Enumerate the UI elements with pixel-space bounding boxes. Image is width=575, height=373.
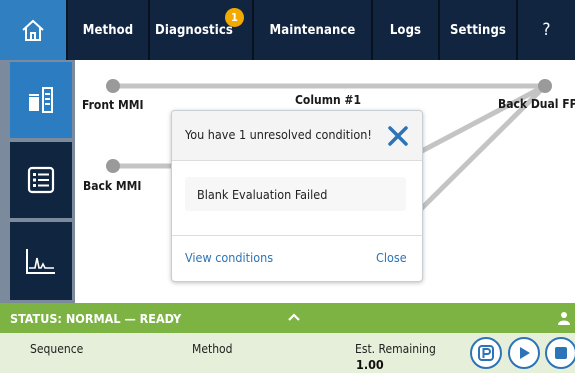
tab-settings[interactable]: Settings xyxy=(440,0,518,60)
view-conditions-link[interactable]: View conditions xyxy=(185,250,273,265)
sidebar-list-button[interactable] xyxy=(10,142,72,218)
column-label: Column #1 xyxy=(295,93,361,107)
tab-diagnostics-label: Diagnostics xyxy=(155,22,233,38)
tab-logs-label: Logs xyxy=(389,22,422,38)
dialog-close-link[interactable]: Close xyxy=(376,250,407,265)
diagnostics-badge: 1 xyxy=(225,8,244,27)
tab-method-label: Method xyxy=(82,22,134,38)
dialog-divider xyxy=(172,235,422,236)
tab-maintenance-label: Maintenance xyxy=(269,22,356,38)
user-icon[interactable] xyxy=(558,311,570,325)
status-text: STATUS: NORMAL — READY xyxy=(10,311,182,326)
home-icon xyxy=(22,19,44,41)
chromatogram-icon xyxy=(26,249,55,274)
help-label: ? xyxy=(542,20,551,40)
tab-method[interactable]: Method xyxy=(68,0,150,60)
close-icon xyxy=(388,126,408,146)
detector-label: Back Dual FPD xyxy=(498,97,575,111)
tab-settings-label: Settings xyxy=(449,22,506,38)
tab-diagnostics[interactable]: Diagnostics 1 xyxy=(150,0,254,60)
home-button[interactable] xyxy=(0,0,68,60)
sequence-label: Sequence xyxy=(30,342,84,356)
top-nav: Method Diagnostics 1 Maintenance Logs Se… xyxy=(0,0,575,60)
chevron-up-icon[interactable] xyxy=(287,312,301,322)
front-mmi-label: Front MMI xyxy=(82,98,144,112)
dialog-header: You have 1 unresolved condition! xyxy=(172,111,422,161)
sidebar-chromatogram-button[interactable] xyxy=(10,222,72,300)
start-run-button[interactable] xyxy=(508,337,540,369)
prep-run-button[interactable] xyxy=(470,337,502,369)
unresolved-condition-dialog: You have 1 unresolved condition! Blank E… xyxy=(171,110,423,282)
status-bar[interactable]: STATUS: NORMAL — READY xyxy=(0,303,575,333)
stop-run-button[interactable] xyxy=(545,337,575,369)
list-icon xyxy=(27,166,55,194)
remaining-value: 1.00 xyxy=(356,357,384,372)
back-mmi-label: Back MMI xyxy=(83,179,142,193)
stop-icon xyxy=(555,347,567,359)
tab-maintenance[interactable]: Maintenance xyxy=(254,0,373,60)
sidebar-flow-path-button[interactable] xyxy=(10,62,72,138)
dialog-title: You have 1 unresolved condition! xyxy=(185,127,372,142)
play-icon xyxy=(520,347,530,359)
help-button[interactable]: ? xyxy=(518,0,575,60)
dialog-close-button[interactable] xyxy=(386,124,410,148)
tab-logs[interactable]: Logs xyxy=(373,0,440,60)
remaining-label: Est. Remaining xyxy=(355,342,436,356)
front-inlet-node xyxy=(106,79,120,93)
back-inlet-node xyxy=(106,159,120,173)
sidebar xyxy=(0,60,75,303)
method-label: Method xyxy=(192,342,233,356)
condition-item[interactable]: Blank Evaluation Failed xyxy=(185,177,406,211)
detector-node xyxy=(538,79,552,93)
prep-run-icon xyxy=(478,345,494,361)
flow-path-icon xyxy=(29,87,53,113)
